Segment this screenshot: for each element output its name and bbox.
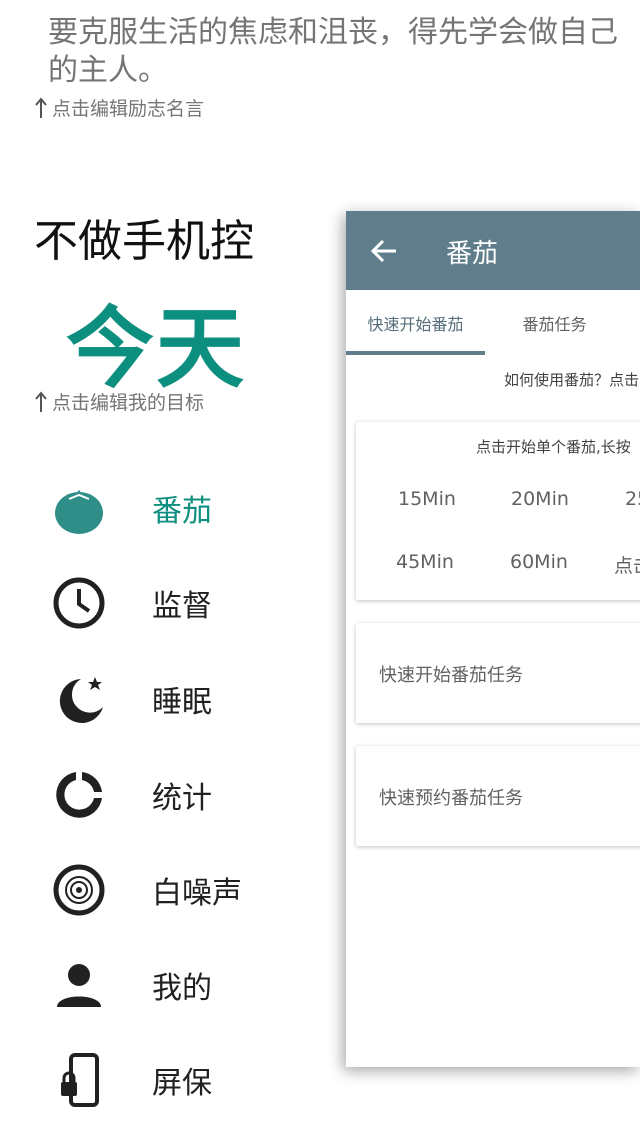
clock-icon xyxy=(40,573,118,633)
timer-card: 点击开始单个番茄,长按 15Min 20Min 25Min 45Min 60Mi… xyxy=(356,422,640,600)
tomato-icon xyxy=(40,478,118,538)
app-bar: 番茄 xyxy=(346,211,640,290)
menu-label-tomato: 番茄 xyxy=(152,494,212,529)
menu-item-mine[interactable]: 我的 xyxy=(40,945,330,1025)
menu-item-screensaver[interactable]: 屏保 xyxy=(40,1040,330,1120)
disc-icon xyxy=(40,860,118,920)
quick-start-task-card[interactable]: 快速开始番茄任务 xyxy=(356,623,640,723)
goal-big-text[interactable]: 今天 xyxy=(66,278,246,405)
edit-quote-hint: 点击编辑励志名言 xyxy=(34,94,204,121)
panel-title: 番茄 xyxy=(446,239,499,269)
menu-item-sleep[interactable]: 睡眠 xyxy=(40,659,330,739)
time-45-button[interactable]: 45Min xyxy=(396,551,454,573)
menu-label-screensaver: 屏保 xyxy=(152,1066,212,1101)
phone-lock-icon xyxy=(40,1050,118,1110)
menu-label-mine: 我的 xyxy=(152,971,212,1006)
how-to-use-link[interactable]: 如何使用番茄？点击 xyxy=(504,369,639,390)
back-button[interactable] xyxy=(364,231,404,271)
menu-label-supervise: 监督 xyxy=(152,589,212,624)
quick-schedule-task-label: 快速预约番茄任务 xyxy=(379,788,523,809)
app-screen: 要克服生活的焦虑和沮丧，得先学会做自己 的主人。 点击编辑励志名言 不做手机控 … xyxy=(0,0,640,1137)
moon-star-icon xyxy=(40,669,118,729)
menu-label-sleep: 睡眠 xyxy=(152,685,212,720)
tab-bar: 快速开始番茄 番茄任务 xyxy=(346,290,640,356)
menu-label-white-noise: 白噪声 xyxy=(152,876,242,911)
quote-line-2: 的主人。 xyxy=(48,53,168,88)
tab-indicator xyxy=(346,351,485,355)
menu-item-tomato[interactable]: 番茄 xyxy=(40,468,330,548)
time-custom-button[interactable]: 点击 xyxy=(614,551,640,578)
tomato-panel: 番茄 快速开始番茄 番茄任务 如何使用番茄？点击 点击开始单个番茄,长按 15M… xyxy=(346,211,640,1067)
time-60-button[interactable]: 60Min xyxy=(510,551,568,573)
menu-item-white-noise[interactable]: 白噪声 xyxy=(40,850,330,930)
edit-goal-hint-text: 点击编辑我的目标 xyxy=(52,392,205,414)
quick-schedule-task-card[interactable]: 快速预约番茄任务 xyxy=(356,746,640,846)
tab-tomato-tasks[interactable]: 番茄任务 xyxy=(485,290,624,356)
time-25-button[interactable]: 25Min xyxy=(625,488,640,510)
person-icon xyxy=(40,955,118,1015)
time-20-button[interactable]: 20Min xyxy=(511,488,569,510)
arrow-up-icon xyxy=(35,96,47,118)
quote-line-1: 要克服生活的焦虑和沮丧，得先学会做自己 xyxy=(48,15,618,50)
timer-card-hint: 点击开始单个番茄,长按 xyxy=(476,438,631,456)
arrow-up-icon xyxy=(35,390,47,412)
edit-quote-hint-text: 点击编辑励志名言 xyxy=(52,98,205,120)
goal-title[interactable]: 不做手机控 xyxy=(34,205,254,269)
tab-quick-start[interactable]: 快速开始番茄 xyxy=(346,290,485,356)
time-15-button[interactable]: 15Min xyxy=(398,488,456,510)
quick-start-task-label: 快速开始番茄任务 xyxy=(379,665,523,686)
donut-chart-icon xyxy=(40,765,118,825)
motivational-quote[interactable]: 要克服生活的焦虑和沮丧，得先学会做自己 的主人。 xyxy=(48,14,640,90)
menu-item-stats[interactable]: 统计 xyxy=(40,755,330,835)
menu-item-supervise[interactable]: 监督 xyxy=(40,563,330,643)
menu-label-stats: 统计 xyxy=(152,781,212,816)
arrow-left-icon xyxy=(370,239,396,263)
edit-goal-hint: 点击编辑我的目标 xyxy=(34,388,204,415)
